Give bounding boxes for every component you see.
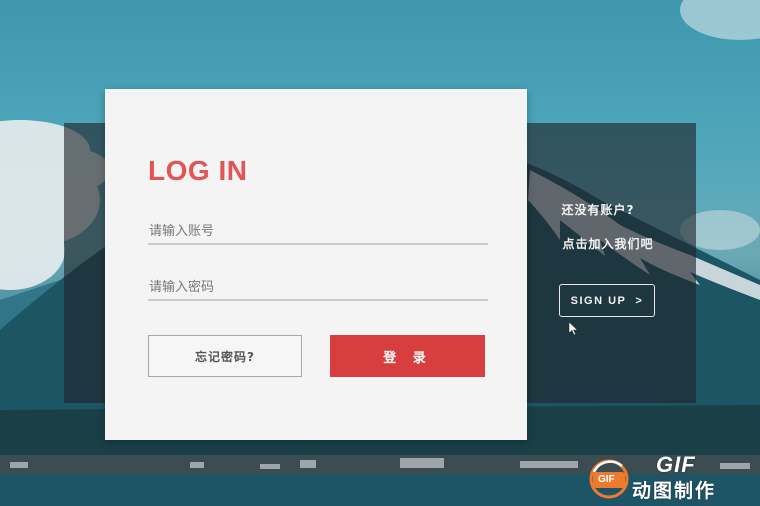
sign-up-button[interactable]: SIGN UP > (559, 284, 655, 317)
login-button[interactable]: 登 录 (330, 335, 485, 377)
mouse-pointer-icon (569, 322, 579, 336)
signup-section: 还没有账户? 点击加入我们吧 SIGN UP > (528, 123, 696, 403)
signup-prompt-text: 还没有账户? (561, 203, 635, 217)
password-input[interactable] (148, 275, 488, 301)
watermark-gif-text: GIF (656, 452, 696, 477)
forgot-password-button[interactable]: 忘记密码? (148, 335, 302, 377)
watermark-caption: 动图制作 (632, 480, 717, 502)
signup-invite-text: 点击加入我们吧 (562, 237, 654, 251)
gif-watermark: GIF GIF 动图制作 (588, 452, 758, 502)
chevron-right-icon: > (635, 294, 644, 307)
login-card: LOG IN 忘记密码? 登 录 (105, 89, 527, 440)
account-input[interactable] (148, 219, 488, 245)
login-title: LOG IN (148, 155, 248, 186)
login-page-scene: 还没有账户? 点击加入我们吧 SIGN UP > LOG IN 忘记密码? 登 … (0, 0, 760, 506)
gif-logo-label: GIF (598, 474, 615, 485)
sign-up-button-label: SIGN UP (570, 294, 627, 307)
